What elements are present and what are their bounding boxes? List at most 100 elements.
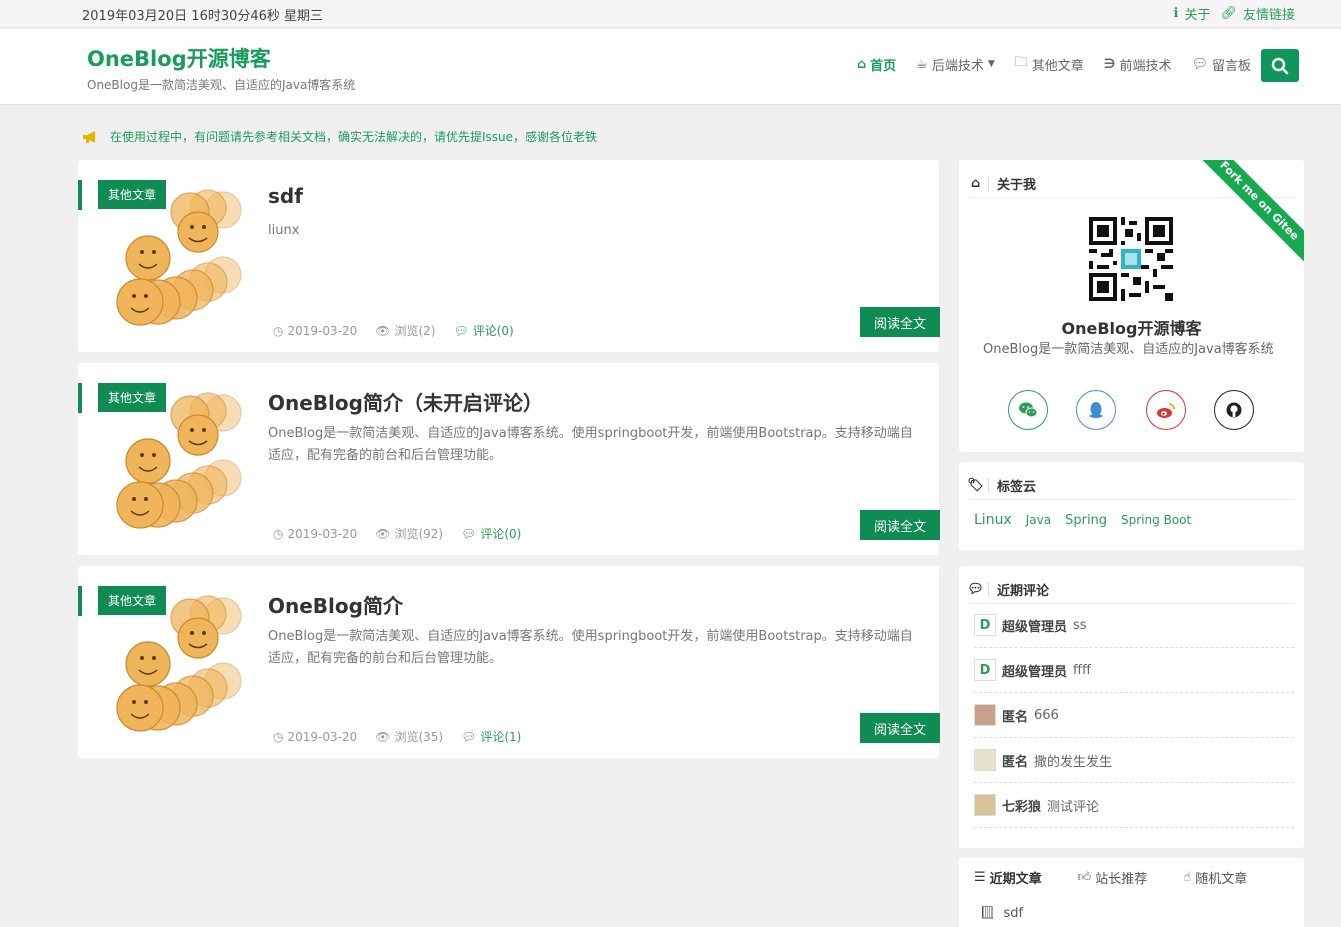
- nav-frontend-label: 前端技术: [1119, 58, 1172, 74]
- tab-recent-label: 近期文章: [989, 872, 1042, 887]
- tag-cloud-heading-label: 标签云: [997, 480, 1037, 495]
- tag-link[interactable]: Java: [1026, 513, 1051, 527]
- folder-icon: 🗀: [1014, 55, 1028, 70]
- nav-frontend[interactable]: ∋ 前端技术: [1104, 53, 1172, 75]
- comment-text: 测试评论: [1047, 799, 1100, 815]
- article-comments-link[interactable]: 💬︎ 评论(0): [453, 322, 513, 339]
- avatar: [974, 794, 996, 816]
- comment-user: 匿名: [1002, 709, 1029, 725]
- top-links: ℹ 关于 🔗︎ 友情链接: [1174, 4, 1296, 23]
- clock-icon: ◷: [273, 323, 284, 338]
- comments-icon: 💬︎: [453, 323, 469, 338]
- article-category-badge[interactable]: 其他文章: [98, 586, 167, 615]
- comment-item[interactable]: D 超级管理员 ffff: [974, 648, 1294, 693]
- recent-comments-heading-label: 近期评论: [997, 584, 1050, 599]
- article-meta: ◷ 2019-03-20 👁︎ 浏览(35) 💬︎ 评论(1): [273, 728, 521, 745]
- tab-recent[interactable]: ☰ 近期文章: [974, 868, 1042, 887]
- comments-icon: 💬︎: [967, 582, 989, 597]
- article-tabs-panel: ☰ 近期文章 👍︎ 站长推荐 ☝︎ 随机文章 📕︎ sdf: [959, 858, 1304, 927]
- card-accent-bar: [78, 383, 82, 413]
- read-more-button[interactable]: 阅读全文: [860, 510, 940, 540]
- top-bar: 2019年03月20日 16时30分46秒 星期三 ℹ 关于 🔗︎ 友情链接: [0, 0, 1341, 28]
- article-summary: OneBlog是一款简洁美观、自适应的Java博客系统。使用springboot…: [268, 426, 913, 463]
- article-category-badge[interactable]: 其他文章: [98, 180, 167, 209]
- read-more-button[interactable]: 阅读全文: [860, 307, 940, 337]
- hand-pointer-icon: ☝︎: [1183, 870, 1192, 885]
- tab-random[interactable]: ☝︎ 随机文章: [1183, 868, 1247, 887]
- nav-other-label: 其他文章: [1031, 58, 1084, 74]
- article-views: 👁︎ 浏览(2): [375, 322, 435, 339]
- read-more-button[interactable]: 阅读全文: [860, 713, 940, 743]
- tag-cloud-heading: 🏷︎ 标签云: [967, 472, 1294, 500]
- nav-backend-label: 后端技术: [931, 58, 984, 74]
- weibo-icon: [1157, 402, 1175, 418]
- friend-links-link[interactable]: 🔗︎ 友情链接: [1220, 4, 1295, 23]
- comment-user: 超级管理员: [1002, 619, 1068, 635]
- github-button[interactable]: [1214, 390, 1254, 430]
- article-views: 👁︎ 浏览(35): [375, 728, 443, 745]
- comment-text: 撒的发生发生: [1034, 754, 1113, 770]
- card-accent-bar: [78, 180, 82, 210]
- nav-guestbook[interactable]: 💬︎ 留言板: [1191, 53, 1251, 75]
- book-icon: 📕︎: [979, 906, 996, 921]
- avatar: [974, 704, 996, 726]
- tab-recommend[interactable]: 👍︎ 站长推荐: [1078, 868, 1148, 887]
- article-category-badge[interactable]: 其他文章: [98, 383, 167, 412]
- article-comments-link[interactable]: 💬︎ 评论(1): [461, 728, 521, 745]
- site-brand[interactable]: OneBlog开源博客: [87, 43, 271, 73]
- avatar: D: [974, 614, 996, 636]
- tag-list: Linux Java Spring Spring Boot: [974, 512, 1191, 528]
- article-comments-text: 评论(0): [472, 324, 514, 338]
- nav-home[interactable]: ⌂ 首页: [857, 53, 896, 75]
- article-title[interactable]: sdf: [268, 184, 303, 208]
- clock-icon: ◷: [273, 526, 284, 541]
- article-views-text: 浏览(35): [394, 730, 444, 744]
- avatar: [974, 749, 996, 771]
- search-button[interactable]: [1261, 49, 1299, 82]
- friend-links-label: 友情链接: [1242, 8, 1295, 23]
- bullhorn-icon: [83, 130, 95, 143]
- link-icon: 🔗︎: [1220, 6, 1237, 21]
- nav-other[interactable]: 🗀 其他文章: [1015, 53, 1084, 75]
- comment-item[interactable]: D 超级管理员 ss: [974, 603, 1294, 648]
- qq-icon: [1089, 402, 1103, 418]
- tag-link[interactable]: Linux: [974, 512, 1012, 528]
- wechat-button[interactable]: [1008, 390, 1048, 430]
- comment-item[interactable]: 匿名 撒的发生发生: [974, 738, 1294, 783]
- about-link[interactable]: ℹ 关于: [1174, 4, 1211, 23]
- comment-user: 匿名: [1002, 754, 1029, 770]
- coffee-icon: ☕︎: [916, 56, 928, 72]
- article-comments-text: 评论(1): [480, 730, 522, 744]
- eye-icon: 👁︎: [375, 323, 391, 338]
- main-nav: ⌂ 首页 ☕︎ 后端技术 ▼ 🗀 其他文章 ∋ 前端技术 💬︎ 留言板: [857, 53, 1251, 75]
- tag-link[interactable]: Spring: [1065, 513, 1107, 528]
- article-title[interactable]: OneBlog简介: [268, 590, 403, 619]
- qq-button[interactable]: [1076, 390, 1116, 430]
- weibo-button[interactable]: [1146, 390, 1186, 430]
- comment-item[interactable]: 匿名 666: [974, 693, 1294, 738]
- about-link-label: 关于: [1184, 8, 1211, 23]
- article-views: 👁︎ 浏览(92): [375, 525, 443, 542]
- article-title[interactable]: OneBlog简介（未开启评论）: [268, 387, 543, 416]
- about-panel: ⌂ 关于我 Fork me on Gitee OneBlog开源博客 OneBl…: [959, 160, 1304, 452]
- clock-icon: ◷: [273, 729, 284, 744]
- article-comments-link[interactable]: 💬︎ 评论(0): [461, 525, 521, 542]
- comments-icon: 💬︎: [461, 729, 477, 744]
- tag-link[interactable]: Spring Boot: [1121, 513, 1191, 527]
- notice-text: 在使用过程中，有问题请先参考相关文档，确实无法解决的，请优先提Issue，感谢各…: [110, 130, 598, 144]
- current-datetime: 2019年03月20日 16时30分46秒 星期三: [82, 9, 324, 24]
- article-date-text: 2019-03-20: [287, 526, 358, 541]
- tab-random-label: 随机文章: [1195, 872, 1248, 887]
- about-description: OneBlog是一款简洁美观、自适应的Java博客系统: [983, 342, 1274, 357]
- thumbs-up-icon: 👍︎: [1077, 870, 1092, 885]
- article-card: 其他文章 sdf liunx ◷ 2019-03-20 👁︎ 浏览(2) 💬︎ …: [78, 160, 940, 352]
- article-date: ◷ 2019-03-20: [273, 322, 357, 339]
- nav-backend[interactable]: ☕︎ 后端技术 ▼: [916, 53, 995, 75]
- recent-article-title: sdf: [1003, 906, 1024, 921]
- comment-item[interactable]: 七彩狼 测试评论: [974, 783, 1294, 828]
- search-icon: [1271, 57, 1289, 74]
- comment-text: ss: [1073, 617, 1087, 633]
- about-name: OneBlog开源博客: [1061, 319, 1202, 338]
- recent-article-item[interactable]: 📕︎ sdf: [979, 906, 1023, 921]
- tags-icon: 🏷︎: [967, 478, 989, 493]
